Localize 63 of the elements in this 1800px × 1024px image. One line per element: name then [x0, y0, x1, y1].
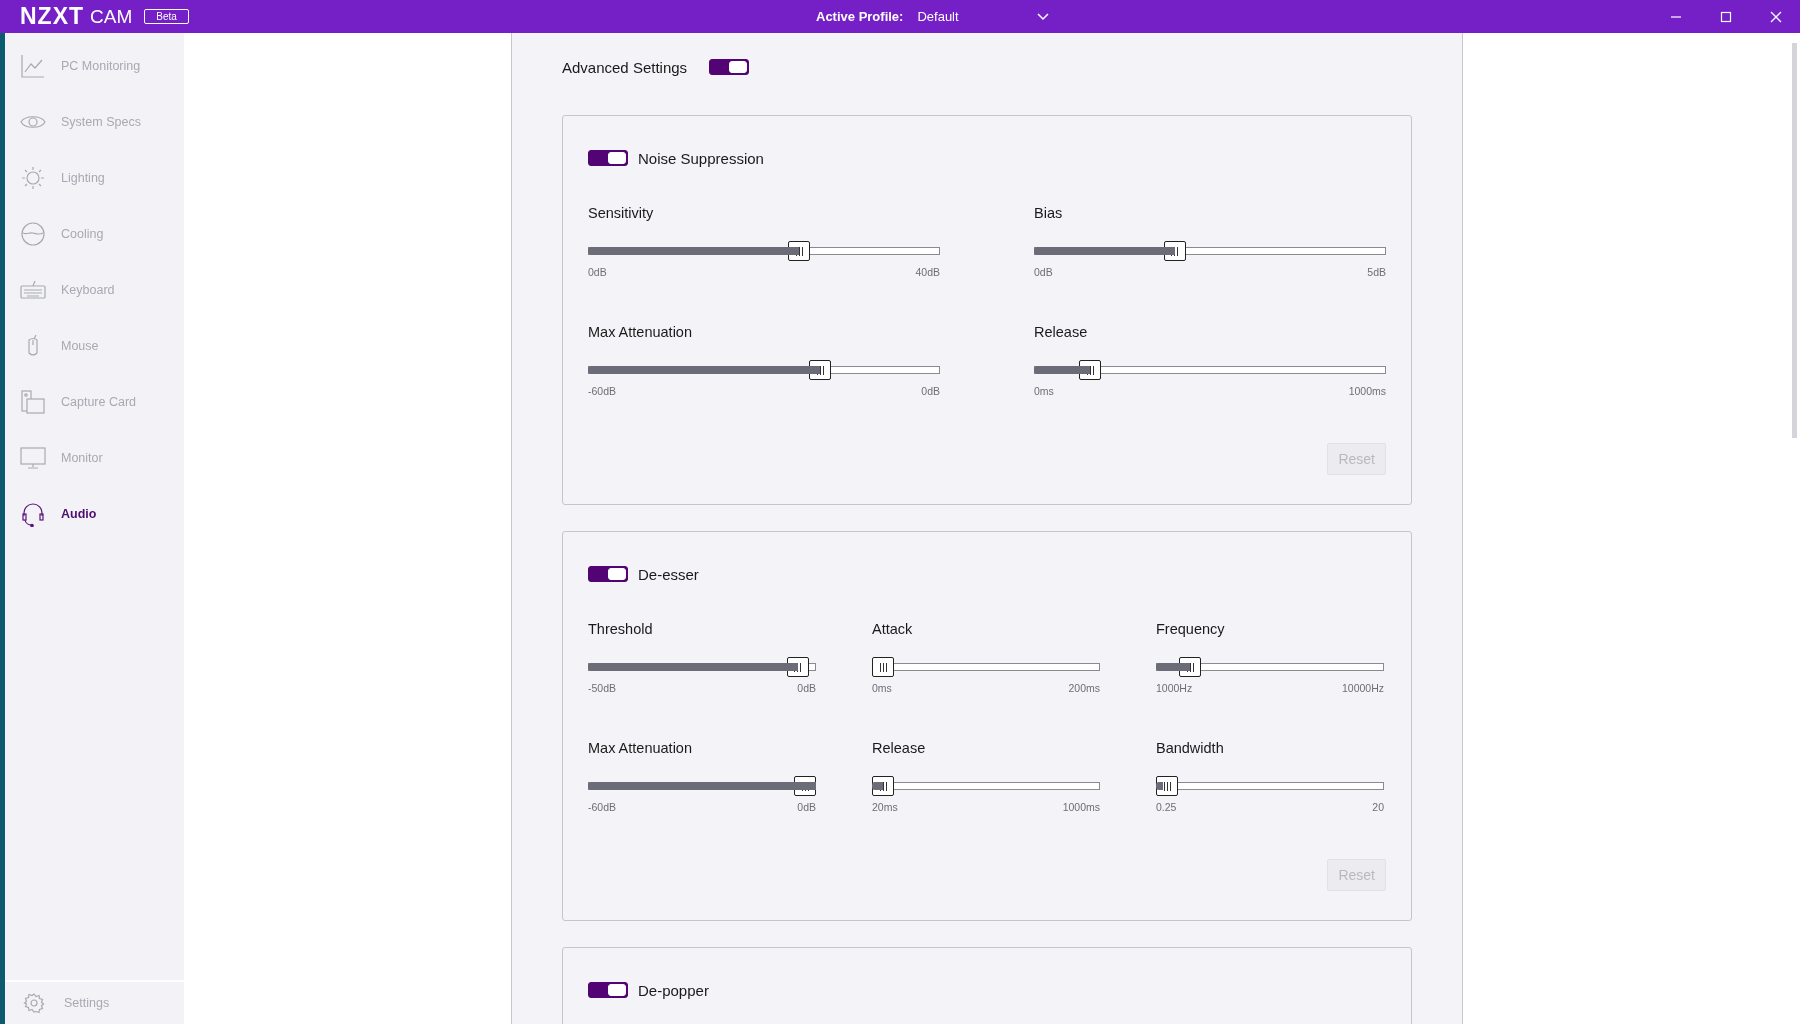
profile-label: Active Profile: — [816, 9, 904, 24]
slider-min: -60dB — [588, 385, 617, 397]
app-logo: NZXT — [20, 3, 85, 30]
advanced-settings-label: Advanced Settings — [562, 58, 688, 76]
slider-label: Release — [872, 740, 927, 758]
slider-label: Sensitivity — [588, 205, 655, 223]
slider-max: 1000ms — [1062, 801, 1100, 813]
monitor-icon — [20, 444, 46, 471]
scrollbar[interactable] — [1792, 43, 1797, 438]
settings-icon — [23, 992, 45, 1014]
sidebar-item[interactable]: Keyboard — [5, 274, 184, 305]
headset-icon — [20, 500, 46, 527]
section-toggle[interactable] — [588, 982, 628, 998]
slider-min: 0dB — [1034, 266, 1053, 278]
slider-max: 0dB — [797, 682, 816, 694]
maximize-icon[interactable] — [1719, 9, 1733, 24]
slider-min: 0ms — [1034, 385, 1054, 397]
section-toggle[interactable] — [588, 150, 628, 166]
slider-max: 40dB — [915, 266, 940, 278]
slider-label: Max Attenuation — [588, 324, 693, 342]
slider-min: 0dB — [588, 266, 607, 278]
sidebar-item[interactable]: PC Monitoring — [5, 50, 184, 81]
profile-dropdown[interactable]: Default — [917, 9, 1049, 24]
bowl-icon — [20, 220, 46, 247]
slider-label: Bias — [1034, 205, 1064, 223]
section-title: De-popper — [638, 981, 709, 999]
advanced-settings-toggle[interactable] — [709, 59, 750, 75]
slider-label: Bandwidth — [1156, 740, 1225, 758]
sun-icon — [20, 164, 46, 191]
slider-min: 20ms — [872, 801, 898, 813]
chart-icon — [20, 52, 46, 79]
slider-max: 0dB — [921, 385, 940, 397]
sidebar-item[interactable]: Audio — [5, 498, 184, 529]
slider-min: -50dB — [588, 682, 617, 694]
slider-label: Frequency — [1156, 621, 1226, 639]
slider-min: 0.25 — [1156, 801, 1177, 813]
card-icon — [20, 388, 46, 415]
slider-max: 10000Hz — [1341, 682, 1384, 694]
chevron-down-icon — [1036, 12, 1049, 21]
product-name: CAM — [90, 5, 133, 28]
beta-badge: Beta — [144, 9, 189, 24]
slider-label: Threshold — [588, 621, 654, 639]
sidebar-item[interactable]: Capture Card — [5, 386, 184, 417]
sidebar-item[interactable]: Monitor — [5, 442, 184, 473]
slider-label: Attack — [872, 621, 914, 639]
section-toggle[interactable] — [588, 566, 628, 582]
slider-max: 1000ms — [1348, 385, 1386, 397]
section-title: De-esser — [638, 565, 699, 583]
section-title: Noise Suppression — [638, 149, 764, 167]
slider-label: Release — [1034, 324, 1089, 342]
slider-max: 5dB — [1367, 266, 1386, 278]
sidebar-item[interactable]: System Specs — [5, 106, 184, 137]
slider-min: 0ms — [872, 682, 892, 694]
sidebar-item[interactable]: Cooling — [5, 218, 184, 249]
slider-label: Max Attenuation — [588, 740, 693, 758]
slider-min: 1000Hz — [1156, 682, 1193, 694]
slider-max: 20 — [1372, 801, 1384, 813]
slider-max: 0dB — [797, 801, 816, 813]
sidebar-item[interactable]: Mouse — [5, 330, 184, 361]
sidebar-item[interactable]: Lighting — [5, 162, 184, 193]
slider-min: -60dB — [588, 801, 617, 813]
close-icon[interactable] — [1769, 9, 1783, 24]
slider-max: 200ms — [1068, 682, 1100, 694]
